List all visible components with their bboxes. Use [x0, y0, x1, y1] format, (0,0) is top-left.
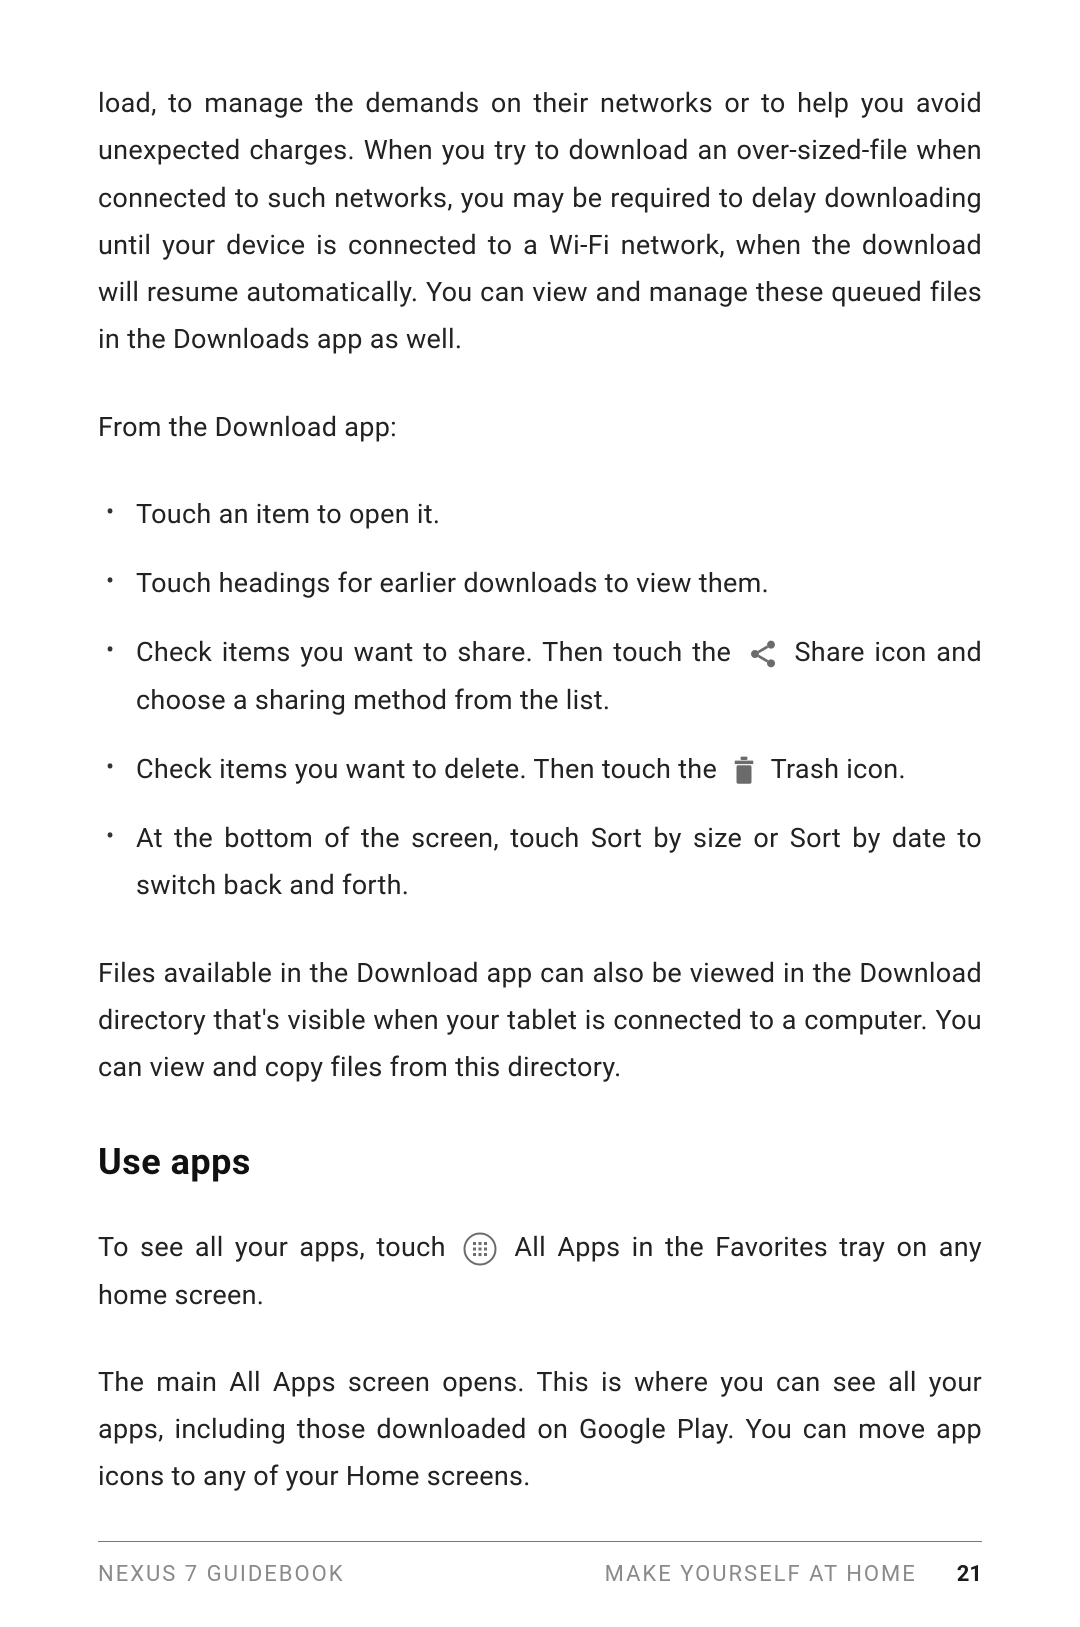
list-item-text: Check items you want to delete. Then tou…	[136, 753, 724, 785]
list-item: At the bottom of the screen, touch Sort …	[98, 815, 982, 910]
footer-right: MAKE YOURSELF AT HOME 21	[605, 1562, 982, 1587]
document-page: load, to manage the demands on their net…	[0, 0, 1080, 1627]
list-item-text: Touch an item to open it.	[136, 498, 440, 530]
paragraph: From the Download app:	[98, 404, 982, 451]
paragraph: To see all your apps, touch All Apps in …	[98, 1224, 982, 1319]
trash-icon	[730, 756, 758, 786]
all-apps-icon	[463, 1232, 497, 1266]
list-item: Check items you want to delete. Then tou…	[98, 746, 982, 793]
footer-section-title: MAKE YOURSELF AT HOME	[605, 1562, 917, 1587]
bullet-list: Touch an item to open it. Touch headings…	[98, 491, 982, 910]
list-item: Check items you want to share. Then touc…	[98, 629, 982, 724]
list-item: Touch an item to open it.	[98, 491, 982, 538]
body-content: load, to manage the demands on their net…	[98, 80, 982, 1541]
paragraph-text: To see all your apps, touch	[98, 1231, 457, 1263]
paragraph: Files available in the Download app can …	[98, 950, 982, 1092]
list-item: Touch headings for earlier downloads to …	[98, 560, 982, 607]
paragraph: load, to manage the demands on their net…	[98, 80, 982, 364]
footer-left: NEXUS 7 GUIDEBOOK	[98, 1562, 345, 1587]
page-number: 21	[957, 1562, 982, 1587]
list-item-text: Check items you want to share. Then touc…	[136, 636, 741, 668]
paragraph: The main All Apps screen opens. This is …	[98, 1359, 982, 1501]
section-heading: Use apps	[98, 1131, 982, 1194]
page-footer: NEXUS 7 GUIDEBOOK MAKE YOURSELF AT HOME …	[98, 1541, 982, 1587]
list-item-text: Touch headings for earlier downloads to …	[136, 567, 769, 599]
list-item-text: Trash icon.	[771, 753, 906, 785]
list-item-text: At the bottom of the screen, touch Sort …	[136, 822, 982, 901]
share-icon	[747, 638, 779, 670]
